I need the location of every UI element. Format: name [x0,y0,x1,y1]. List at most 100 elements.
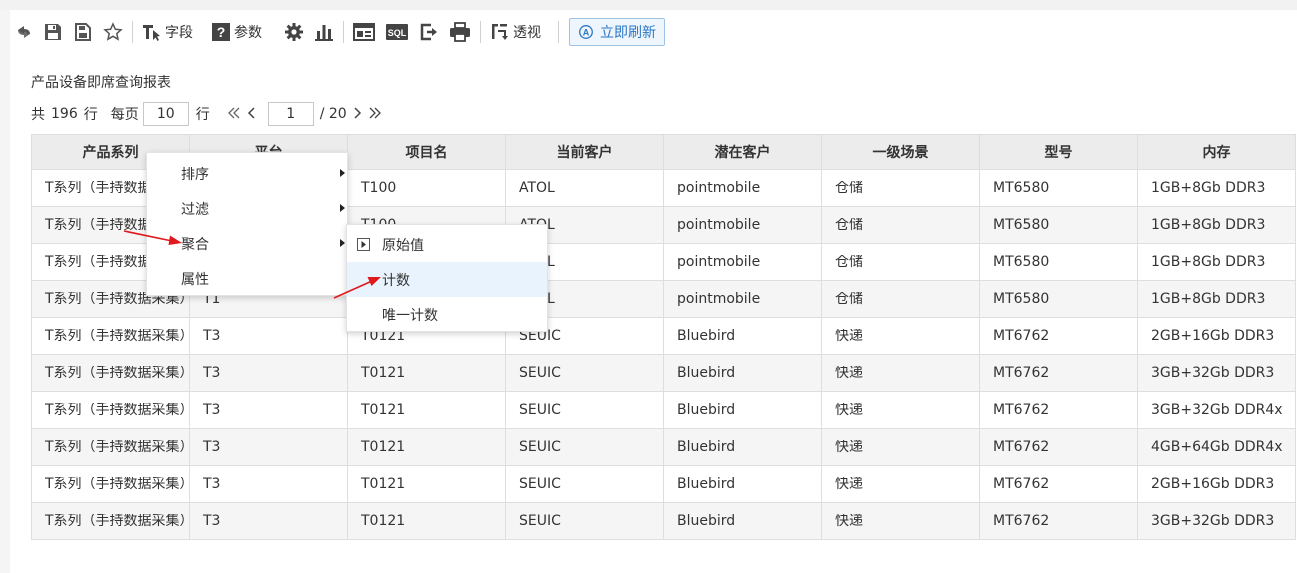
table-cell[interactable]: pointmobile [663,206,822,244]
first-page-button[interactable] [224,105,244,123]
table-cell[interactable]: Bluebird [663,465,822,503]
params-button[interactable]: ? 参数 [206,17,267,47]
table-cell[interactable]: 3GB+32Gb DDR3 [1137,354,1296,392]
table-cell[interactable]: 仓储 [821,206,980,244]
table-cell[interactable]: SEUIC [505,465,664,503]
table-cell[interactable]: 仓储 [821,243,980,281]
table-cell[interactable]: Bluebird [663,502,822,540]
table-row[interactable]: T系列（手持数据采集） T3 T0121 SEUIC Bluebird 快递 MT6762 3… [31,502,1296,540]
submenu-item-count[interactable]: 计数 [347,262,547,297]
table-cell[interactable]: 1GB+8Gb DDR3 [1137,243,1296,281]
table-cell[interactable]: T0121 [347,428,506,466]
table-cell[interactable]: MT6762 [979,317,1138,355]
reload-button[interactable] [10,17,38,47]
table-row[interactable]: T系列（手持数据采集） T3 T0121 SEUIC Bluebird 快递 MT6762 2… [31,317,1296,355]
table-cell[interactable]: pointmobile [663,169,822,207]
table-cell[interactable]: T0121 [347,391,506,429]
table-cell[interactable]: MT6762 [979,391,1138,429]
export-button[interactable] [414,17,444,47]
prev-page-button[interactable] [244,105,260,123]
table-cell[interactable]: pointmobile [663,243,822,281]
favorite-button[interactable] [98,17,128,47]
pivot-button[interactable]: 透视 [485,17,546,47]
sql-button[interactable]: SQL [380,17,414,47]
table-cell[interactable]: Bluebird [663,354,822,392]
table-cell[interactable]: 1GB+8Gb DDR3 [1137,169,1296,207]
table-cell[interactable]: Bluebird [663,391,822,429]
table-cell[interactable]: T系列（手持数据采集） [31,391,190,429]
table-cell[interactable]: T0121 [347,465,506,503]
table-cell[interactable]: T3 [189,354,348,392]
table-cell[interactable]: MT6762 [979,465,1138,503]
column-header[interactable]: 项目名 [347,134,506,170]
table-cell[interactable]: T0121 [347,354,506,392]
column-header[interactable]: 一级场景 [821,134,980,170]
table-cell[interactable]: 快递 [821,317,980,355]
table-cell[interactable]: 3GB+32Gb DDR4x [1137,391,1296,429]
table-cell[interactable]: MT6580 [979,243,1138,281]
column-header[interactable]: 潜在客户 [663,134,822,170]
table-cell[interactable]: 1GB+8Gb DDR3 [1137,280,1296,318]
column-header[interactable]: 内存 [1137,134,1296,170]
table-cell[interactable]: MT6762 [979,428,1138,466]
table-cell[interactable]: 快递 [821,428,980,466]
table-cell[interactable]: Bluebird [663,428,822,466]
table-cell[interactable]: MT6762 [979,354,1138,392]
table-cell[interactable]: T系列（手持数据采集） [31,317,190,355]
table-cell[interactable]: T系列（手持数据采集） [31,428,190,466]
submenu-item-distinct-count[interactable]: 唯一计数 [347,297,547,332]
table-cell[interactable]: 快递 [821,465,980,503]
table-cell[interactable]: MT6580 [979,206,1138,244]
print-button[interactable] [444,17,476,47]
current-page-input[interactable]: 1 [267,102,314,126]
table-cell[interactable]: T100 [347,169,506,207]
column-header[interactable]: 当前客户 [505,134,664,170]
table-cell[interactable]: MT6762 [979,502,1138,540]
table-cell[interactable]: T0121 [347,502,506,540]
table-cell[interactable]: 快递 [821,502,980,540]
table-cell[interactable]: SEUIC [505,428,664,466]
table-cell[interactable]: 3GB+32Gb DDR3 [1137,502,1296,540]
save-button[interactable] [38,17,68,47]
last-page-button[interactable] [365,105,385,123]
table-cell[interactable]: SEUIC [505,354,664,392]
table-cell[interactable]: 1GB+8Gb DDR3 [1137,206,1296,244]
table-cell[interactable]: 仓储 [821,169,980,207]
table-cell[interactable]: MT6580 [979,169,1138,207]
table-cell[interactable]: T系列（手持数据采集） [31,502,190,540]
save-as-button[interactable] [68,17,98,47]
table-row[interactable]: T系列（手持数据采集） T3 T0121 SEUIC Bluebird 快递 MT6762 3… [31,354,1296,392]
table-cell[interactable]: T系列（手持数据采集） [31,465,190,503]
table-cell[interactable]: 快递 [821,354,980,392]
table-row[interactable]: T系列（手持数据采集） T3 T0121 SEUIC Bluebird 快递 MT6762 3… [31,391,1296,429]
table-cell[interactable]: 2GB+16Gb DDR3 [1137,465,1296,503]
table-cell[interactable]: 快递 [821,391,980,429]
table-cell[interactable]: T3 [189,502,348,540]
table-cell[interactable]: 4GB+64Gb DDR4x [1137,428,1296,466]
menu-item-filter[interactable]: 过滤 [147,191,347,226]
page-size-input[interactable]: 10 [142,102,189,126]
next-page-button[interactable] [349,105,365,123]
settings-button[interactable] [279,17,309,47]
table-cell[interactable]: MT6580 [979,280,1138,318]
table-row[interactable]: T系列（手持数据采集） T3 T0121 SEUIC Bluebird 快递 MT6762 2… [31,465,1296,503]
fields-button[interactable]: 字段 [137,17,198,47]
table-cell[interactable]: T3 [189,428,348,466]
menu-item-properties[interactable]: 属性 [147,261,347,296]
table-cell[interactable]: T3 [189,391,348,429]
table-row[interactable]: T系列（手持数据采集） T3 T0121 SEUIC Bluebird 快递 MT6762 4… [31,428,1296,466]
table-cell[interactable]: T3 [189,465,348,503]
table-cell[interactable]: T3 [189,317,348,355]
menu-item-aggregate[interactable]: 聚合 [147,226,347,261]
table-cell[interactable]: ATOL [505,169,664,207]
menu-item-sort[interactable]: 排序 [147,156,347,191]
refresh-now-button[interactable]: A 立即刷新 [569,18,665,46]
table-cell[interactable]: T系列（手持数据采集） [31,354,190,392]
column-header[interactable]: 型号 [979,134,1138,170]
table-cell[interactable]: 仓储 [821,280,980,318]
chart-button[interactable] [309,17,339,47]
submenu-item-raw-value[interactable]: 原始值 [347,227,547,262]
table-cell[interactable]: SEUIC [505,502,664,540]
table-cell[interactable]: Bluebird [663,317,822,355]
table-cell[interactable]: pointmobile [663,280,822,318]
